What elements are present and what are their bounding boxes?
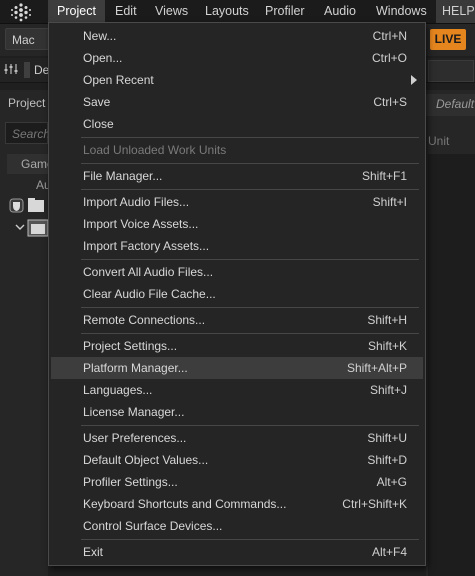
menu-separator <box>81 189 419 190</box>
menu-item-remote-connections[interactable]: Remote Connections... Shift+H <box>51 309 423 331</box>
menu-item-platform-manager[interactable]: Platform Manager... Shift+Alt+P <box>51 357 423 379</box>
menu-item-label: Remote Connections... <box>83 313 206 327</box>
menu-item-label: Clear Audio File Cache... <box>83 287 216 301</box>
menu-item-project-settings[interactable]: Project Settings... Shift+K <box>51 335 423 357</box>
live-button[interactable]: LIVE <box>430 29 466 50</box>
menu-item-open[interactable]: Open... Ctrl+O <box>51 47 423 69</box>
menu-layouts[interactable]: Layouts <box>205 0 249 23</box>
menu-separator <box>81 137 419 138</box>
menu-item-save[interactable]: Save Ctrl+S <box>51 91 423 113</box>
menu-item-label: New... <box>83 29 117 43</box>
menu-separator <box>81 425 419 426</box>
menu-item-close[interactable]: Close <box>51 113 423 135</box>
menu-item-load-unloaded-work-units: Load Unloaded Work Units <box>51 139 423 161</box>
menu-item-shortcut: Ctrl+Shift+K <box>342 497 407 511</box>
menu-edit[interactable]: Edit <box>115 0 137 23</box>
menu-item-label: Control Surface Devices... <box>83 519 223 533</box>
menu-item-shortcut: Shift+H <box>367 313 407 327</box>
menu-item-label: Keyboard Shortcuts and Commands... <box>83 497 287 511</box>
menu-item-label: Import Voice Assets... <box>83 217 199 231</box>
menubar: Project Edit Views Layouts Profiler Audi… <box>0 0 475 24</box>
menu-item-exit[interactable]: Exit Alt+F4 <box>51 541 423 563</box>
menu-item-label: Profiler Settings... <box>83 475 178 489</box>
menu-item-shortcut: Ctrl+O <box>371 51 407 65</box>
menu-item-label: Import Audio Files... <box>83 195 190 209</box>
menu-item-shortcut: Ctrl+S <box>373 95 407 109</box>
menu-separator <box>81 539 419 540</box>
menu-item-profiler-settings[interactable]: Profiler Settings... Alt+G <box>51 471 423 493</box>
menu-item-label: Open... <box>83 51 123 65</box>
help-button[interactable]: HELP <box>436 0 475 23</box>
menu-item-shortcut: Shift+Alt+P <box>346 361 407 375</box>
tab-game[interactable]: Game <box>7 154 54 174</box>
menu-item-convert-all-audio-files[interactable]: Convert All Audio Files... <box>51 261 423 283</box>
menu-item-label: License Manager... <box>83 405 185 419</box>
menu-item-open-recent[interactable]: Open Recent <box>51 69 423 91</box>
tree-row-expanded[interactable] <box>14 218 49 238</box>
mixer-sliders-icon[interactable] <box>4 63 18 78</box>
search-input[interactable]: Search <box>5 122 50 144</box>
menu-item-label: File Manager... <box>83 169 163 183</box>
submenu-arrow-icon <box>411 75 417 85</box>
project-menu: New... Ctrl+N Open... Ctrl+O Open Recent… <box>48 22 426 566</box>
menu-item-user-preferences[interactable]: User Preferences... Shift+U <box>51 427 423 449</box>
menu-item-label: Platform Manager... <box>83 361 188 375</box>
platform-select[interactable]: Mac <box>5 28 51 50</box>
menu-item-clear-audio-file-cache[interactable]: Clear Audio File Cache... <box>51 283 423 305</box>
menu-item-shortcut: Shift+U <box>367 431 407 445</box>
menu-item-label: Import Factory Assets... <box>83 239 210 253</box>
menu-item-shortcut: Shift+J <box>369 383 407 397</box>
property-panel-body <box>428 154 475 576</box>
menu-item-label: Save <box>83 95 111 109</box>
menu-item-shortcut: Shift+I <box>372 195 407 209</box>
menu-project[interactable]: Project <box>48 0 105 23</box>
menu-item-new[interactable]: New... Ctrl+N <box>51 25 423 47</box>
menu-item-label: User Preferences... <box>83 431 187 445</box>
menu-item-keyboard-shortcuts[interactable]: Keyboard Shortcuts and Commands... Ctrl+… <box>51 493 423 515</box>
menu-item-license-manager[interactable]: License Manager... <box>51 401 423 423</box>
unit-column-header: Unit <box>428 134 450 148</box>
menu-item-label: Convert All Audio Files... <box>83 265 214 279</box>
menu-item-label: Close <box>83 117 114 131</box>
menu-item-shortcut: Alt+G <box>376 475 407 489</box>
tree-row[interactable] <box>8 196 48 216</box>
menu-separator <box>81 163 419 164</box>
panel-title: Project <box>8 96 46 110</box>
menu-item-shortcut: Shift+F1 <box>361 169 407 183</box>
default-label: Default <box>436 97 475 111</box>
menu-separator <box>81 259 419 260</box>
menu-item-shortcut: Alt+F4 <box>371 545 407 559</box>
menu-item-label: Default Object Values... <box>83 453 209 467</box>
wwise-logo-icon[interactable] <box>10 2 32 22</box>
menu-item-label: Exit <box>83 545 104 559</box>
menu-separator <box>81 307 419 308</box>
menu-item-label: Languages... <box>83 383 153 397</box>
menu-item-import-factory-assets[interactable]: Import Factory Assets... <box>51 235 423 257</box>
menu-item-control-surface-devices[interactable]: Control Surface Devices... <box>51 515 423 537</box>
menu-item-languages[interactable]: Languages... Shift+J <box>51 379 423 401</box>
menu-profiler[interactable]: Profiler <box>265 0 305 23</box>
menu-item-import-audio-files[interactable]: Import Audio Files... Shift+I <box>51 191 423 213</box>
menu-separator <box>81 333 419 334</box>
menu-item-label: Project Settings... <box>83 339 178 353</box>
menu-item-file-manager[interactable]: File Manager... Shift+F1 <box>51 165 423 187</box>
menu-item-shortcut: Shift+K <box>367 339 407 353</box>
menu-item-default-object-values[interactable]: Default Object Values... Shift+D <box>51 449 423 471</box>
menu-item-shortcut: Shift+D <box>367 453 407 467</box>
menu-item-label: Open Recent <box>83 73 154 87</box>
menu-views[interactable]: Views <box>155 0 188 23</box>
menu-audio[interactable]: Audio <box>324 0 356 23</box>
toolbar-right-box[interactable] <box>428 60 474 82</box>
menu-item-import-voice-assets[interactable]: Import Voice Assets... <box>51 213 423 235</box>
menu-item-label: Load Unloaded Work Units <box>83 143 227 157</box>
menu-windows[interactable]: Windows <box>376 0 427 23</box>
menu-item-shortcut: Ctrl+N <box>372 29 407 43</box>
